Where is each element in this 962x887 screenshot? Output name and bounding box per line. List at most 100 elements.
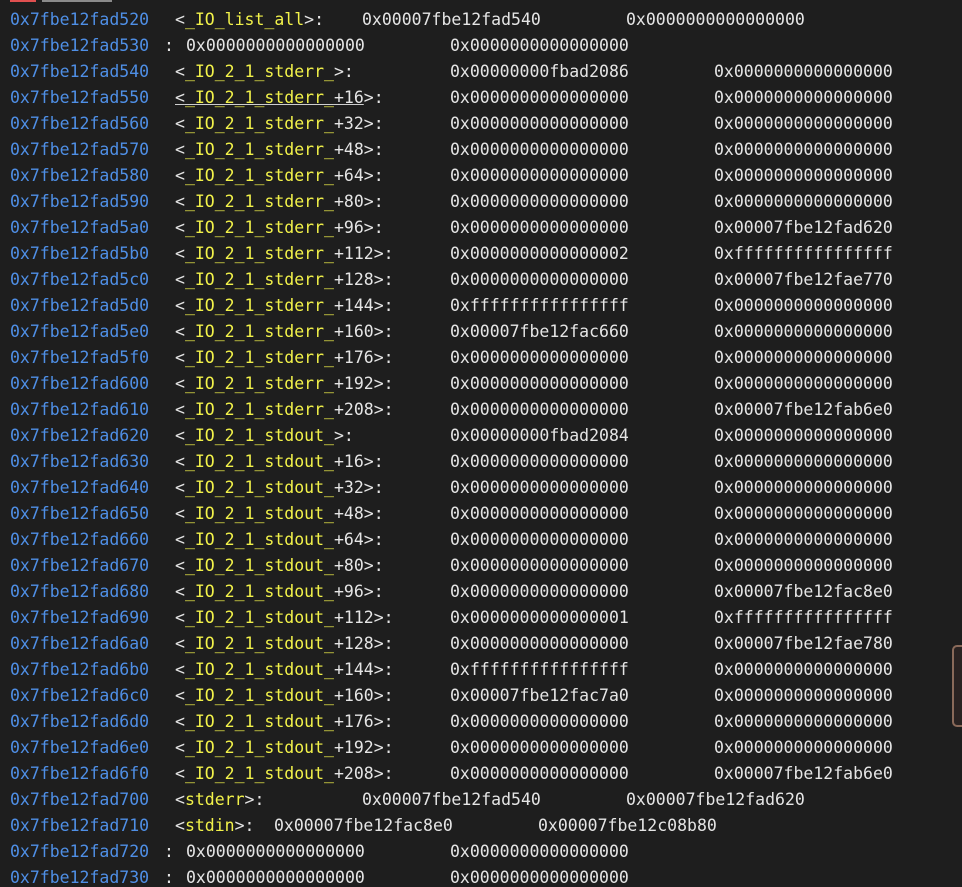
symbol-offset: +144 bbox=[333, 296, 374, 315]
memory-value-2: 0x0000000000000000 bbox=[714, 556, 893, 575]
memory-address: 0x7fbe12fad5c0 bbox=[10, 270, 150, 289]
symbol-offset: +96 bbox=[333, 582, 364, 601]
memory-value-1: 0x0000000000000000 bbox=[450, 634, 629, 653]
terminal-window[interactable]: 0x7fbe12fad520 <_IO_list_all>: 0x00007fbe1… bbox=[0, 0, 962, 887]
symbol-name: _IO_2_1_stdout_ bbox=[184, 582, 334, 601]
symbol-label: <_IO_2_1_stdout_+112>: bbox=[175, 608, 394, 627]
memory-address: 0x7fbe12fad540 bbox=[10, 62, 150, 81]
symbol-offset: +48 bbox=[333, 140, 364, 159]
memory-address: 0x7fbe12fad690 bbox=[10, 608, 150, 627]
symbol-offset: +128 bbox=[333, 634, 374, 653]
memory-value-1: 0x0000000000000000 bbox=[450, 88, 629, 107]
memory-address: 0x7fbe12fad6a0 bbox=[10, 634, 150, 653]
memory-value-1: 0x0000000000000000 bbox=[450, 140, 629, 159]
symbol-name: stdin bbox=[184, 816, 235, 835]
memory-value-1: 0xffffffffffffffff bbox=[450, 660, 629, 679]
memory-value-2: 0x0000000000000000 bbox=[714, 88, 893, 107]
symbol-label: <_IO_2_1_stderr_+128>: bbox=[175, 270, 394, 289]
symbol-label: <_IO_2_1_stderr_+160>: bbox=[175, 322, 394, 341]
memory-value-1: 0x0000000000000000 bbox=[450, 348, 629, 367]
symbol-name: _IO_2_1_stdout_ bbox=[184, 452, 334, 471]
symbol-name: _IO_2_1_stdout_ bbox=[184, 634, 334, 653]
symbol-offset: +80 bbox=[333, 192, 364, 211]
memory-address: 0x7fbe12fad530 bbox=[10, 36, 150, 55]
symbol-name: _IO_2_1_stderr_ bbox=[184, 270, 334, 289]
symbol-label: <_IO_2_1_stderr_>: bbox=[175, 62, 354, 81]
symbol-offset: +80 bbox=[333, 556, 364, 575]
symbol-name: _IO_2_1_stdout_ bbox=[184, 478, 334, 497]
symbol-offset: +64 bbox=[333, 166, 364, 185]
memory-value-2: 0x0000000000000000 bbox=[450, 36, 629, 55]
memory-address: 0x7fbe12fad640 bbox=[10, 478, 150, 497]
memory-value-2: 0x00007fbe12c08b80 bbox=[538, 816, 717, 835]
symbol-offset: +208 bbox=[333, 400, 374, 419]
memory-value-1: 0x00000000fbad2084 bbox=[450, 426, 629, 445]
symbol-offset: +192 bbox=[333, 738, 374, 757]
memory-value-2: 0x00007fbe12fae780 bbox=[714, 634, 893, 653]
memory-value-2: 0x0000000000000000 bbox=[714, 660, 893, 679]
memory-value-1: 0x00007fbe12fac8e0 bbox=[274, 816, 453, 835]
scrollbar-thumb[interactable] bbox=[952, 645, 962, 727]
memory-address: 0x7fbe12fad6b0 bbox=[10, 660, 150, 679]
memory-address: 0x7fbe12fad550 bbox=[10, 88, 150, 107]
memory-value-1: 0x0000000000000000 bbox=[450, 218, 629, 237]
memory-address: 0x7fbe12fad660 bbox=[10, 530, 150, 549]
symbol-label: <_IO_2_1_stdout_>: bbox=[175, 426, 354, 445]
memory-value-1: 0x0000000000000000 bbox=[186, 868, 365, 887]
symbol-label: <_IO_2_1_stdout_+128>: bbox=[175, 634, 394, 653]
memory-value-2: 0x00007fbe12fae770 bbox=[714, 270, 893, 289]
memory-value-2: 0x0000000000000000 bbox=[626, 10, 805, 29]
memory-value-2: 0x00007fbe12fad620 bbox=[626, 790, 805, 809]
symbol-label: <_IO_2_1_stdout_+96>: bbox=[175, 582, 384, 601]
memory-address: 0x7fbe12fad5d0 bbox=[10, 296, 150, 315]
memory-value-2: 0x0000000000000000 bbox=[714, 426, 893, 445]
memory-value-1: 0x0000000000000000 bbox=[450, 582, 629, 601]
memory-address: 0x7fbe12fad5b0 bbox=[10, 244, 150, 263]
symbol-offset: +48 bbox=[333, 504, 364, 523]
memory-address: 0x7fbe12fad590 bbox=[10, 192, 150, 211]
memory-address: 0x7fbe12fad670 bbox=[10, 556, 150, 575]
symbol-name: _IO_2_1_stderr_ bbox=[184, 114, 334, 133]
symbol-offset: +192 bbox=[333, 374, 374, 393]
memory-value-2: 0xffffffffffffffff bbox=[714, 608, 893, 627]
symbol-name: _IO_2_1_stdout_ bbox=[184, 608, 334, 627]
symbol-offset: +176 bbox=[333, 348, 374, 367]
memory-address: 0x7fbe12fad5f0 bbox=[10, 348, 150, 367]
memory-address: 0x7fbe12fad700 bbox=[10, 790, 150, 809]
symbol-name: _IO_2_1_stderr_ bbox=[184, 400, 334, 419]
memory-value-2: 0x0000000000000000 bbox=[450, 868, 629, 887]
symbol-offset: +96 bbox=[333, 218, 364, 237]
memory-address: 0x7fbe12fad600 bbox=[10, 374, 150, 393]
symbol-offset: +32 bbox=[333, 478, 364, 497]
symbol-name: _IO_2_1_stderr_ bbox=[184, 166, 334, 185]
symbol-label: <_IO_2_1_stdout_+144>: bbox=[175, 660, 394, 679]
symbol-label: <_IO_2_1_stdout_+208>: bbox=[175, 764, 394, 783]
memory-value-2: 0x0000000000000000 bbox=[714, 140, 893, 159]
symbol-name: _IO_2_1_stderr_ bbox=[184, 322, 334, 341]
symbol-offset: +160 bbox=[333, 686, 374, 705]
symbol-name: _IO_2_1_stdout_ bbox=[184, 764, 334, 783]
memory-address: 0x7fbe12fad720 bbox=[10, 842, 150, 861]
memory-address: 0x7fbe12fad680 bbox=[10, 582, 150, 601]
symbol-name: _IO_2_1_stdout_ bbox=[184, 530, 334, 549]
memory-value-1: 0x0000000000000000 bbox=[450, 400, 629, 419]
symbol-offset: +144 bbox=[333, 660, 374, 679]
memory-value-2: 0x0000000000000000 bbox=[714, 166, 893, 185]
memory-value-1: 0x0000000000000000 bbox=[450, 166, 629, 185]
memory-address: 0x7fbe12fad710 bbox=[10, 816, 150, 835]
symbol-label: <_IO_2_1_stdout_+160>: bbox=[175, 686, 394, 705]
symbol-label: <_IO_2_1_stdout_+192>: bbox=[175, 738, 394, 757]
symbol-name: _IO_2_1_stderr_ bbox=[184, 88, 334, 107]
symbol-offset: +160 bbox=[333, 322, 374, 341]
memory-value-2: 0x0000000000000000 bbox=[714, 530, 893, 549]
memory-value-1: 0x0000000000000000 bbox=[450, 374, 629, 393]
symbol-label: <_IO_2_1_stdout_+32>: bbox=[175, 478, 384, 497]
memory-value-2: 0x0000000000000000 bbox=[714, 738, 893, 757]
symbol-label: <_IO_2_1_stderr_+32>: bbox=[175, 114, 384, 133]
memory-value-2: 0x0000000000000000 bbox=[714, 712, 893, 731]
memory-value-1: 0x00007fbe12fac7a0 bbox=[450, 686, 629, 705]
memory-address: 0x7fbe12fad580 bbox=[10, 166, 150, 185]
symbol-name: _IO_2_1_stderr_ bbox=[184, 244, 334, 263]
symbol-name: _IO_2_1_stdout_ bbox=[184, 712, 334, 731]
symbol-label: <_IO_2_1_stdout_+48>: bbox=[175, 504, 384, 523]
